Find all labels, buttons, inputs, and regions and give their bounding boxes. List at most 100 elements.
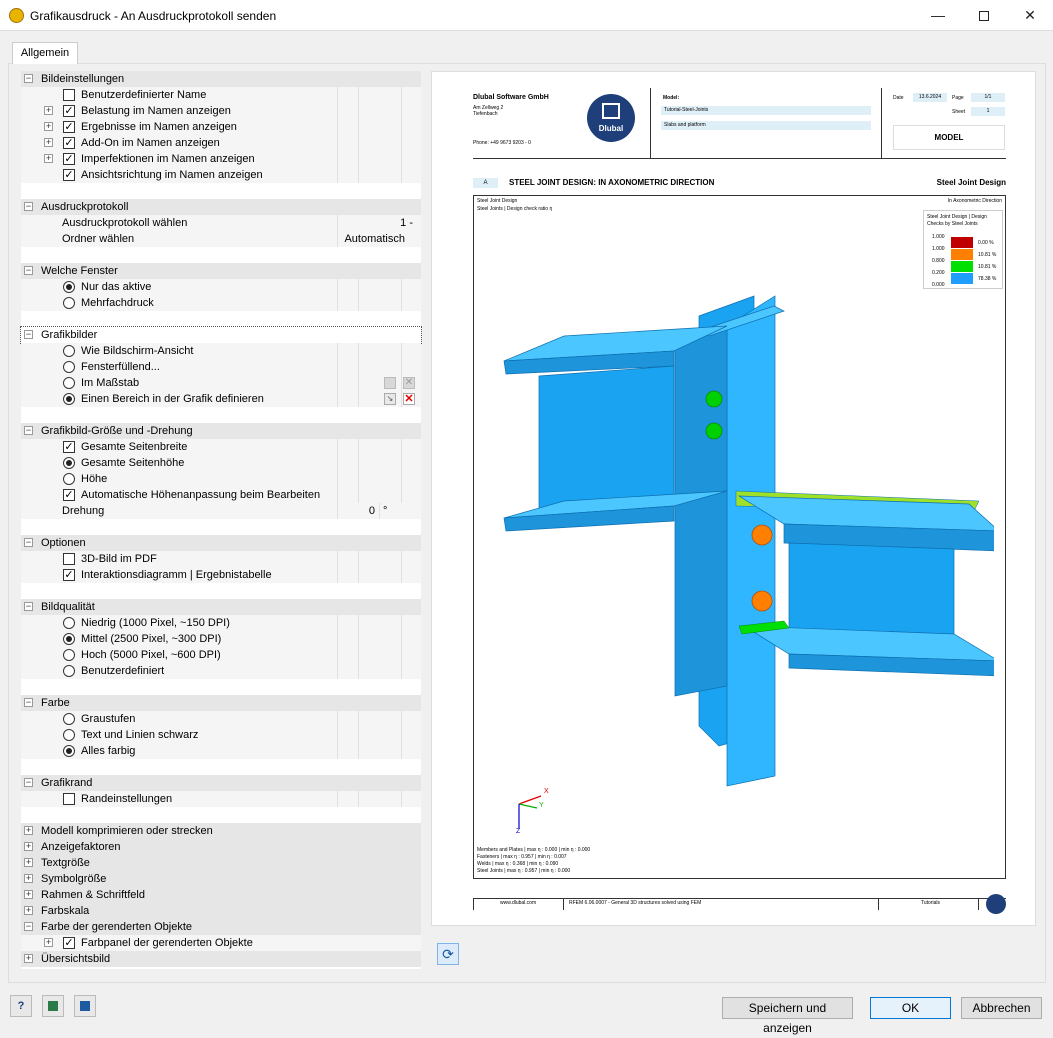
minimize-button[interactable]: — bbox=[915, 0, 961, 31]
checkbox[interactable]: ✓ bbox=[63, 105, 75, 117]
expand-icon[interactable]: + bbox=[24, 842, 33, 851]
radio-button[interactable] bbox=[63, 361, 75, 373]
list-item[interactable]: + ✓ Imperfektionen im Namen anzeigen bbox=[21, 151, 421, 167]
expand-icon[interactable]: + bbox=[24, 906, 33, 915]
expand-icon[interactable]: + bbox=[44, 122, 53, 131]
radio-button[interactable] bbox=[63, 745, 75, 757]
checkbox[interactable]: ✓ bbox=[63, 137, 75, 149]
expand-icon[interactable]: + bbox=[24, 874, 33, 883]
list-item[interactable]: Ausdruckprotokoll wählen 1 - bbox=[21, 215, 421, 231]
list-item[interactable]: ✓ Ansichtsrichtung im Namen anzeigen bbox=[21, 167, 421, 183]
group-bildqualitaet[interactable]: − Bildqualität bbox=[21, 599, 421, 615]
rotation-input[interactable]: 0 bbox=[351, 503, 375, 519]
expand-icon[interactable]: + bbox=[24, 890, 33, 899]
group-uebersichtsbild[interactable]: + Übersichtsbild bbox=[21, 951, 421, 967]
list-item[interactable]: Wie Bildschirm-Ansicht bbox=[21, 343, 421, 359]
expand-icon[interactable]: + bbox=[24, 954, 33, 963]
list-item[interactable]: Drehung 0 ° bbox=[21, 503, 421, 519]
checkbox[interactable]: ✓ bbox=[63, 569, 75, 581]
collapse-icon[interactable]: − bbox=[24, 602, 33, 611]
radio-button[interactable] bbox=[63, 345, 75, 357]
group-farbe[interactable]: − Farbe bbox=[21, 695, 421, 711]
scale-settings-icon[interactable] bbox=[384, 377, 396, 389]
list-item[interactable]: 3D-Bild im PDF bbox=[21, 551, 421, 567]
list-item[interactable]: Text und Linien schwarz bbox=[21, 727, 421, 743]
collapse-icon[interactable]: − bbox=[24, 74, 33, 83]
radio-button[interactable] bbox=[63, 393, 75, 405]
expand-icon[interactable]: + bbox=[44, 106, 53, 115]
radio-button[interactable] bbox=[63, 377, 75, 389]
radio-button[interactable] bbox=[63, 617, 75, 629]
group-anzeigefaktoren[interactable]: + Anzeigefaktoren bbox=[21, 839, 421, 855]
expand-icon[interactable]: + bbox=[24, 826, 33, 835]
list-item[interactable]: Höhe bbox=[21, 471, 421, 487]
delete-icon[interactable]: ✕ bbox=[403, 393, 415, 405]
group-modell-komprimieren[interactable]: + Modell komprimieren oder strecken bbox=[21, 823, 421, 839]
list-item[interactable]: Benutzerdefiniert bbox=[21, 663, 421, 679]
group-rahmen-schriftfeld[interactable]: + Rahmen & Schriftfeld bbox=[21, 887, 421, 903]
collapse-icon[interactable]: − bbox=[24, 202, 33, 211]
expand-icon[interactable]: + bbox=[24, 858, 33, 867]
group-optionen[interactable]: − Optionen bbox=[21, 535, 421, 551]
list-item[interactable]: + ✓ Belastung im Namen anzeigen bbox=[21, 103, 421, 119]
list-item[interactable]: Fensterfüllend... bbox=[21, 359, 421, 375]
checkbox[interactable] bbox=[63, 89, 75, 101]
list-item[interactable]: Hoch (5000 Pixel, ~600 DPI) bbox=[21, 647, 421, 663]
collapse-icon[interactable]: − bbox=[24, 538, 33, 547]
group-farbe-objekte[interactable]: − Farbe der gerenderten Objekte bbox=[21, 919, 421, 935]
expand-icon[interactable]: + bbox=[44, 138, 53, 147]
list-item[interactable]: Niedrig (1000 Pixel, ~150 DPI) bbox=[21, 615, 421, 631]
group-bildeinstellungen[interactable]: − Bildeinstellungen bbox=[21, 71, 421, 87]
group-textgroesse[interactable]: + Textgröße bbox=[21, 855, 421, 871]
collapse-icon[interactable]: − bbox=[24, 698, 33, 707]
list-item[interactable]: ✓ Gesamte Seitenbreite bbox=[21, 439, 421, 455]
expand-icon[interactable]: + bbox=[44, 938, 53, 947]
checkbox[interactable] bbox=[63, 793, 75, 805]
group-groesse-drehung[interactable]: − Grafikbild-Größe und -Drehung bbox=[21, 423, 421, 439]
ok-button[interactable]: OK bbox=[870, 997, 951, 1019]
radio-button[interactable] bbox=[63, 665, 75, 677]
checkbox[interactable] bbox=[63, 553, 75, 565]
maximize-button[interactable] bbox=[961, 0, 1007, 31]
tab-allgemein[interactable]: Allgemein bbox=[12, 42, 78, 64]
radio-button[interactable] bbox=[63, 713, 75, 725]
checkbox[interactable]: ✓ bbox=[63, 153, 75, 165]
list-item[interactable]: + ✓ Farbpanel der gerenderten Objekte bbox=[21, 935, 421, 951]
list-item[interactable]: Nur das aktive bbox=[21, 279, 421, 295]
radio-button[interactable] bbox=[63, 729, 75, 741]
list-item[interactable]: ✓ Interaktionsdiagramm | Ergebnistabelle bbox=[21, 567, 421, 583]
list-item[interactable]: + ✓ Add-On im Namen anzeigen bbox=[21, 135, 421, 151]
list-item[interactable]: + ✓ Ergebnisse im Namen anzeigen bbox=[21, 119, 421, 135]
help-button[interactable]: ? bbox=[10, 995, 32, 1017]
radio-button[interactable] bbox=[63, 633, 75, 645]
checkbox[interactable]: ✓ bbox=[63, 489, 75, 501]
list-item[interactable]: Mehrfachdruck bbox=[21, 295, 421, 311]
group-ausdruckprotokoll[interactable]: − Ausdruckprotokoll bbox=[21, 199, 421, 215]
list-item[interactable]: Im Maßstab ✕ bbox=[21, 375, 421, 391]
select-area-icon[interactable]: ↘ bbox=[384, 393, 396, 405]
list-item[interactable]: Alles farbig bbox=[21, 743, 421, 759]
checkbox[interactable]: ✓ bbox=[63, 121, 75, 133]
list-item[interactable]: Randeinstellungen bbox=[21, 791, 421, 807]
checkbox[interactable]: ✓ bbox=[63, 169, 75, 181]
collapse-icon[interactable]: − bbox=[24, 426, 33, 435]
folder-select[interactable]: Automatisch bbox=[339, 231, 405, 247]
collapse-icon[interactable]: − bbox=[24, 922, 33, 931]
radio-button[interactable] bbox=[63, 457, 75, 469]
list-item[interactable]: Ordner wählen Automatisch bbox=[21, 231, 421, 247]
checkbox[interactable]: ✓ bbox=[63, 441, 75, 453]
list-item[interactable]: Mittel (2500 Pixel, ~300 DPI) bbox=[21, 631, 421, 647]
save-settings-button[interactable] bbox=[74, 995, 96, 1017]
collapse-icon[interactable]: − bbox=[24, 330, 33, 339]
cancel-button[interactable]: Abbrechen bbox=[961, 997, 1042, 1019]
expand-icon[interactable]: + bbox=[44, 154, 53, 163]
collapse-icon[interactable]: − bbox=[24, 778, 33, 787]
group-welche-fenster[interactable]: − Welche Fenster bbox=[21, 263, 421, 279]
list-item[interactable]: Graustufen bbox=[21, 711, 421, 727]
collapse-icon[interactable]: − bbox=[24, 266, 33, 275]
checkbox[interactable]: ✓ bbox=[63, 937, 75, 949]
group-symbolgroesse[interactable]: + Symbolgröße bbox=[21, 871, 421, 887]
save-and-show-button[interactable]: Speichern und anzeigen bbox=[722, 997, 853, 1035]
export-button[interactable] bbox=[42, 995, 64, 1017]
list-item[interactable]: ✓ Automatische Höhenanpassung beim Bearbe… bbox=[21, 487, 421, 503]
